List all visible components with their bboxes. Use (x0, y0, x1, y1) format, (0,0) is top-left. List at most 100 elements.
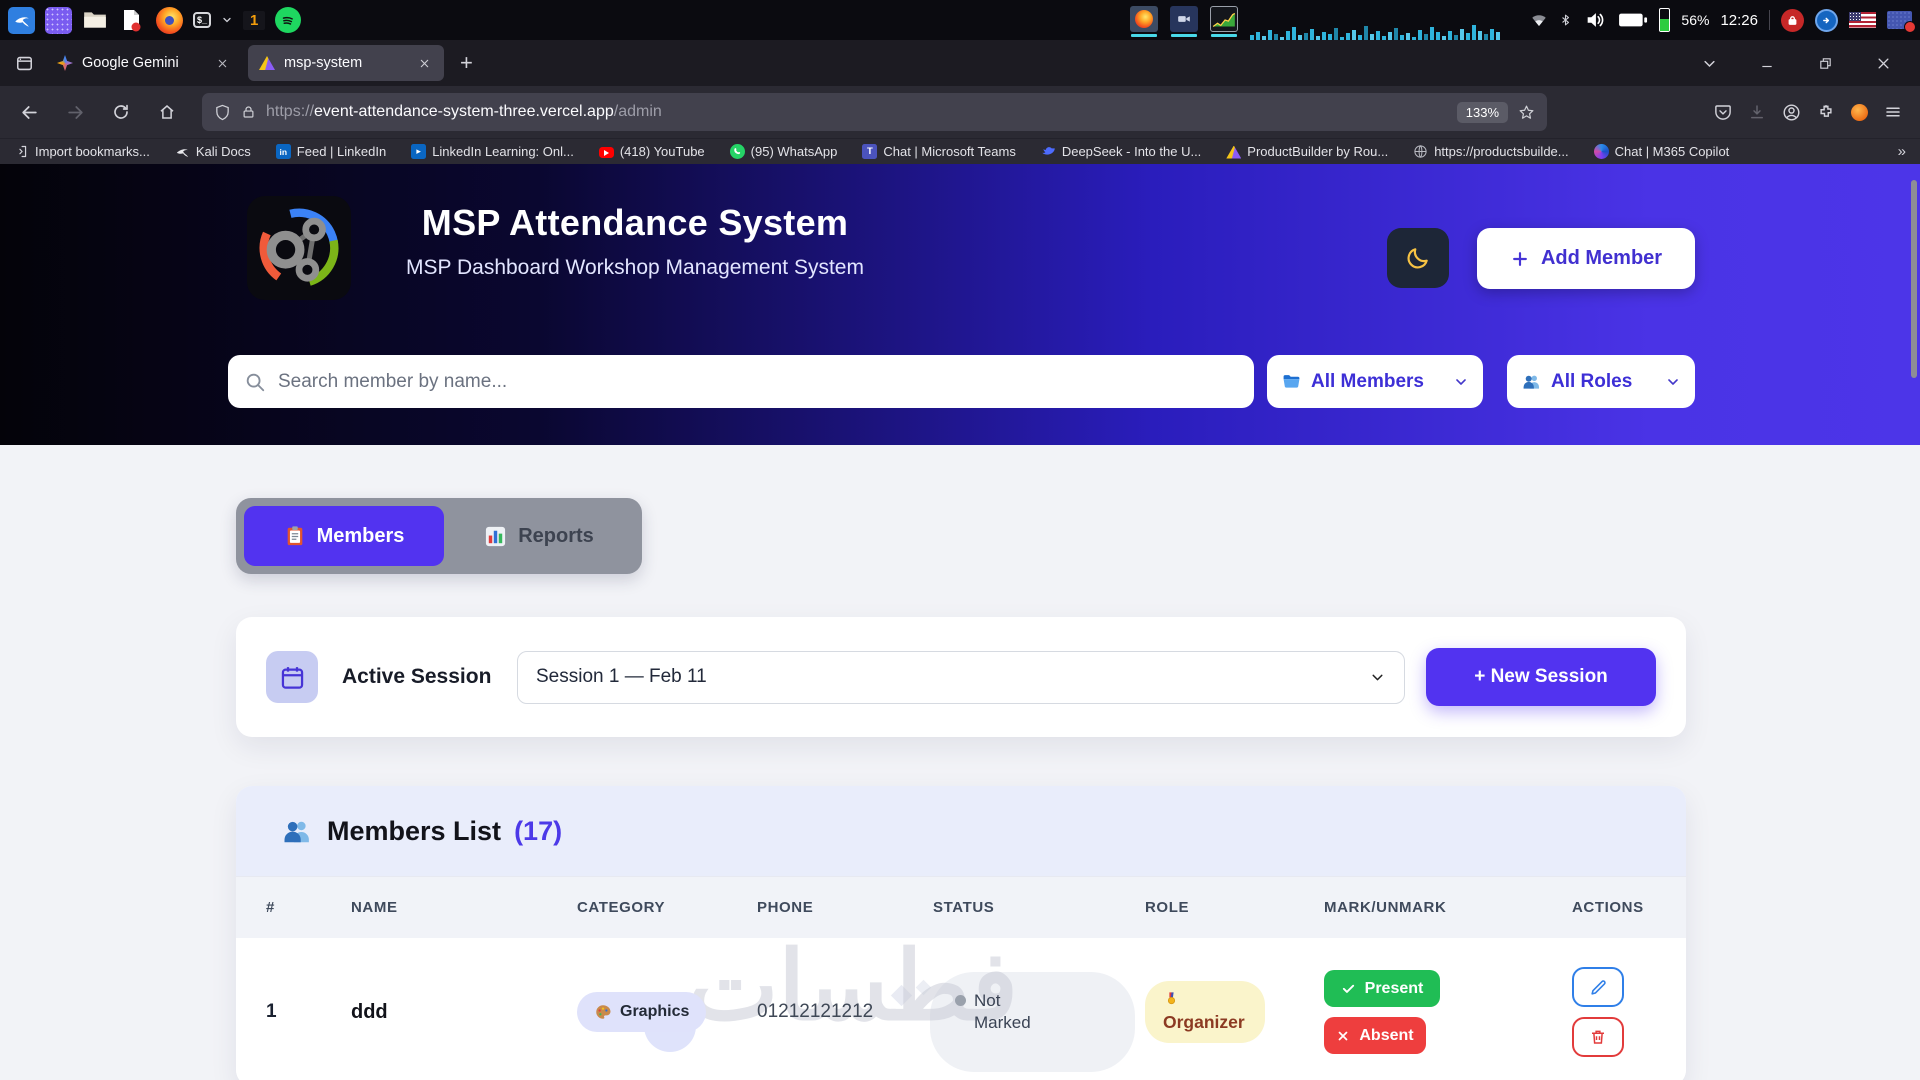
page-title: MSP Attendance System (300, 202, 970, 244)
bookmark-item[interactable]: (95) WhatsApp (730, 144, 838, 159)
import-icon (14, 144, 29, 159)
palette-icon (594, 1003, 612, 1021)
downloads-icon[interactable] (1748, 103, 1766, 121)
bookmarks-overflow-chevron[interactable]: » (1898, 143, 1906, 160)
document-icon[interactable] (119, 7, 146, 34)
col-status: STATUS (933, 899, 1129, 916)
view-tabs: Members Reports (236, 498, 642, 574)
add-member-button[interactable]: Add Member (1477, 228, 1695, 289)
page-scrollbar[interactable] (1911, 180, 1917, 378)
session-select[interactable]: Session 1 — Feb 11 (517, 651, 1405, 704)
bookmark-item[interactable]: Kali Docs (175, 144, 251, 159)
tab-label: msp-system (284, 55, 406, 71)
url-bar[interactable]: https://event-attendance-system-three.ve… (202, 93, 1547, 131)
bookmark-item[interactable]: T Chat | Microsoft Teams (862, 144, 1015, 159)
new-tab-button[interactable]: + (450, 50, 483, 76)
lock-icon[interactable] (241, 104, 256, 120)
zoom-level-badge[interactable]: 133% (1457, 102, 1508, 123)
close-window-button[interactable] (1868, 48, 1898, 78)
battery-icon[interactable] (1618, 11, 1648, 29)
firefox-launcher-icon[interactable] (156, 7, 183, 34)
new-session-button[interactable]: + New Session (1426, 648, 1656, 706)
bookmark-item[interactable]: DeepSeek - Into the U... (1041, 144, 1201, 159)
youtube-icon (599, 147, 614, 158)
app-grid-icon[interactable] (45, 7, 72, 34)
search-input[interactable] (278, 371, 1238, 393)
spotify-icon[interactable] (275, 7, 301, 33)
roles-filter-dropdown[interactable]: All Roles (1507, 355, 1695, 408)
url-text[interactable]: https://event-attendance-system-three.ve… (266, 103, 662, 121)
absent-button[interactable]: Absent (1324, 1017, 1426, 1054)
bookmark-item[interactable]: Chat | M365 Copilot (1594, 144, 1730, 159)
audio-visualizer (1250, 18, 1500, 40)
addon-icon[interactable] (1851, 104, 1868, 121)
edit-button[interactable] (1572, 967, 1624, 1007)
workspace-indicator[interactable]: 1 (243, 11, 265, 30)
people-icon (280, 816, 314, 846)
bookmark-item[interactable]: ▸ LinkedIn Learning: Onl... (411, 144, 574, 159)
whatsapp-icon (730, 144, 745, 159)
file-manager-icon[interactable] (82, 7, 109, 34)
wifi-icon[interactable] (1530, 13, 1548, 27)
shield-icon[interactable] (214, 104, 231, 121)
reload-button[interactable] (106, 97, 136, 127)
member-phone: 01212121212 (757, 1001, 933, 1023)
x-icon (1336, 1029, 1350, 1043)
clock[interactable]: 12:26 (1720, 12, 1758, 29)
list-tabs-chevron-icon[interactable] (1694, 48, 1724, 78)
firefox-view-icon[interactable] (8, 47, 40, 79)
screenshare-tray-icon[interactable] (1887, 11, 1912, 29)
plus-icon (1510, 249, 1530, 269)
bookmark-item[interactable]: Import bookmarks... (14, 144, 150, 159)
tab-google-gemini[interactable]: Google Gemini (46, 45, 242, 81)
maximize-button[interactable] (1810, 48, 1840, 78)
us-flag-icon[interactable] (1849, 12, 1876, 28)
account-icon[interactable] (1782, 103, 1801, 122)
bookmark-item[interactable]: in Feed | LinkedIn (276, 144, 386, 159)
chevron-down-icon[interactable] (221, 14, 233, 26)
role-badge: Organizer (1145, 981, 1265, 1043)
clipboard-icon (284, 524, 306, 548)
members-filter-dropdown[interactable]: All Members (1267, 355, 1483, 408)
kali-icon (175, 144, 190, 159)
category-badge: Graphics (577, 992, 706, 1032)
home-button[interactable] (152, 97, 182, 127)
volume-icon[interactable] (1583, 9, 1607, 31)
lock-tray-icon[interactable] (1781, 9, 1804, 32)
bookmarks-bar: Import bookmarks... Kali Docs in Feed | … (0, 138, 1920, 164)
camera-window-thumbnail[interactable] (1170, 3, 1198, 37)
actions-cell (1556, 967, 1686, 1057)
page-subtitle: MSP Dashboard Workshop Management System (300, 256, 970, 280)
firefox-window-thumbnail[interactable] (1130, 3, 1158, 37)
delete-button[interactable] (1572, 1017, 1624, 1057)
gemini-favicon (57, 55, 73, 71)
menu-button[interactable] (1884, 103, 1902, 121)
trash-icon (1589, 1028, 1607, 1046)
tab-reports[interactable]: Reports (444, 506, 634, 566)
bluetooth-icon[interactable] (1559, 11, 1572, 29)
dark-mode-toggle[interactable] (1387, 228, 1449, 288)
kali-menu-icon[interactable] (8, 7, 35, 34)
chart-window-thumbnail[interactable] (1210, 3, 1238, 37)
members-list-header: Members List (17) (236, 786, 1686, 876)
table-header-row: # NAME CATEGORY PHONE STATUS ROLE MARK/U… (236, 876, 1686, 938)
close-tab-icon[interactable] (213, 54, 231, 72)
forward-button[interactable] (60, 97, 90, 127)
bookmark-item[interactable]: (418) YouTube (599, 144, 705, 159)
back-button[interactable] (14, 97, 44, 127)
present-button[interactable]: Present (1324, 970, 1440, 1007)
minimize-button[interactable] (1752, 48, 1782, 78)
chevron-down-icon (1665, 374, 1681, 390)
close-tab-icon[interactable] (415, 54, 433, 72)
extensions-icon[interactable] (1817, 103, 1835, 121)
pocket-icon[interactable] (1714, 103, 1732, 121)
session-tray-icon[interactable] (1815, 9, 1838, 32)
bookmark-item[interactable]: ProductBuilder by Rou... (1226, 144, 1388, 159)
terminal-icon[interactable]: $_ (193, 12, 211, 28)
tab-msp-system[interactable]: msp-system (248, 45, 444, 81)
bookmark-star-icon[interactable] (1518, 104, 1535, 121)
page-viewport: MSP Attendance System MSP Dashboard Work… (0, 164, 1920, 1080)
tab-members[interactable]: Members (244, 506, 444, 566)
search-bar (228, 355, 1254, 408)
bookmark-item[interactable]: https://productsbuilde... (1413, 144, 1568, 159)
